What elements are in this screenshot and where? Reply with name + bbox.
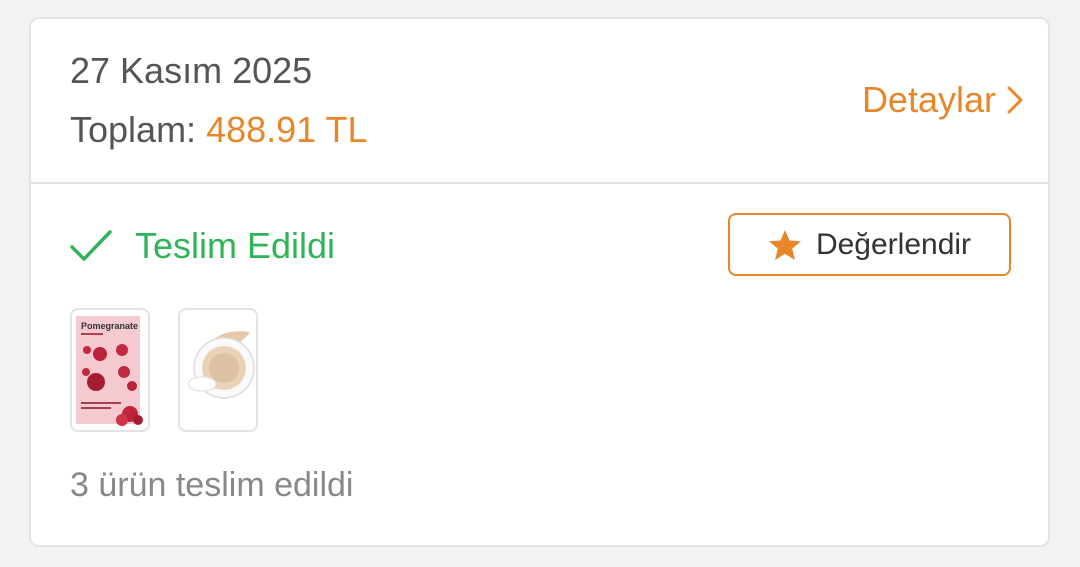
product-thumbnails: Pomegranate: [70, 308, 258, 432]
order-status-section: Teslim Edildi Değerlendir Pomegranate 3 …: [31, 184, 1048, 545]
star-icon: [768, 229, 802, 261]
status-text: Teslim Edildi: [135, 225, 336, 266]
total-value: 488.91 TL: [206, 109, 368, 150]
product-thumbnail-cushion[interactable]: [178, 308, 258, 432]
check-icon: [69, 229, 113, 263]
order-date: 27 Kasım 2025: [70, 50, 313, 91]
delivered-items-summary: 3 ürün teslim edildi: [70, 466, 354, 504]
chevron-right-icon: [1006, 85, 1024, 115]
details-link[interactable]: Detaylar: [862, 78, 1024, 122]
order-card: 27 Kasım 2025 Toplam: 488.91 TL Detaylar…: [29, 17, 1050, 547]
rate-button[interactable]: Değerlendir: [728, 213, 1011, 276]
total-label: Toplam:: [70, 109, 197, 150]
order-total: Toplam: 488.91 TL: [70, 108, 368, 152]
product-thumbnail-sheet-mask[interactable]: Pomegranate: [70, 308, 150, 432]
rate-label: Değerlendir: [815, 227, 972, 261]
delivery-status: Teslim Edildi: [69, 224, 335, 268]
product-name: Pomegranate: [81, 321, 138, 331]
sheet-mask-product-image: Pomegranate: [76, 316, 143, 426]
order-header: 27 Kasım 2025 Toplam: 488.91 TL Detaylar: [31, 19, 1048, 184]
cushion-compact-product-image: [187, 331, 255, 399]
details-label: Detaylar: [861, 79, 996, 120]
